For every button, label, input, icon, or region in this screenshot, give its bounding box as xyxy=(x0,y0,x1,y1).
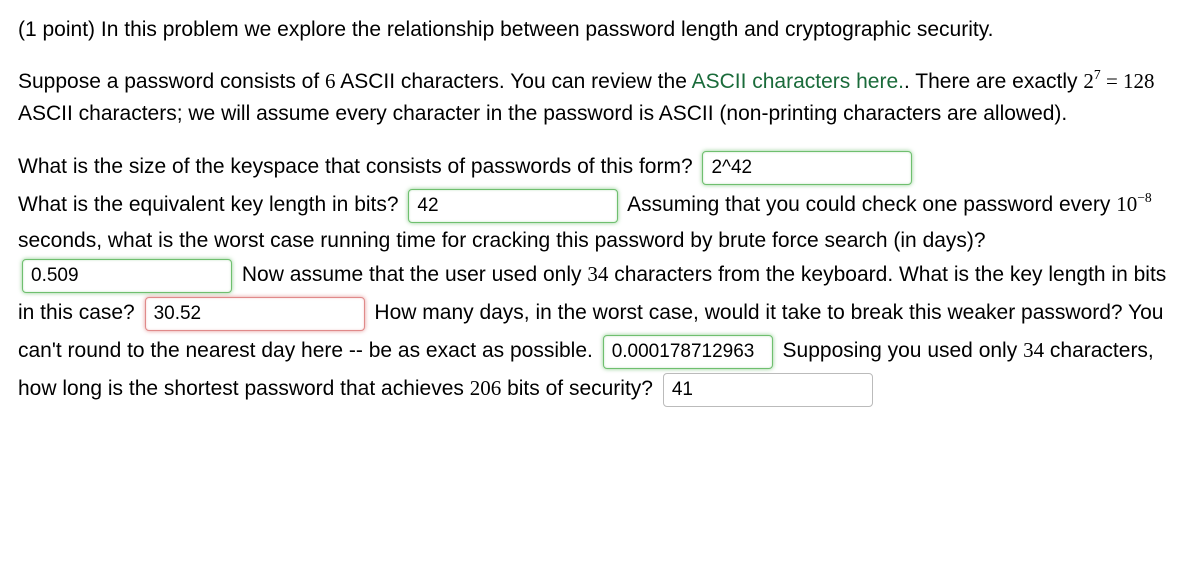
q6-text-c: bits of security? xyxy=(501,377,653,400)
exp-neg8: −8 xyxy=(1137,190,1152,205)
base-10: 10 xyxy=(1116,192,1137,216)
answer-days-weak[interactable] xyxy=(603,335,773,369)
setup-text-d: ASCII characters; we will assume every c… xyxy=(18,102,1067,125)
q3-text-a: Assuming that you could check one passwo… xyxy=(627,193,1116,216)
num-6: 6 xyxy=(325,69,336,93)
answer-days[interactable] xyxy=(22,259,232,293)
intro-text: In this problem we explore the relations… xyxy=(101,18,994,41)
answer-keylength-34[interactable] xyxy=(145,297,365,331)
q6-text-a: Supposing you used only xyxy=(783,339,1024,362)
setup-text-b: ASCII characters. You can review the xyxy=(336,70,692,93)
num-34-a: 34 xyxy=(587,262,608,286)
exp-7: 7 xyxy=(1094,67,1101,82)
q1-text: What is the size of the keyspace that co… xyxy=(18,155,693,178)
problem-container: (1 point) In this problem we explore the… xyxy=(18,14,1182,409)
intro-paragraph: (1 point) In this problem we explore the… xyxy=(18,14,1182,47)
answer-keyspace[interactable] xyxy=(702,151,912,185)
num-206: 206 xyxy=(470,376,502,400)
base-2: 2 xyxy=(1083,69,1094,93)
setup-text-c: . There are exactly xyxy=(904,70,1083,93)
answer-keylength[interactable] xyxy=(408,189,618,223)
q4-text-a: Now assume that the user used only xyxy=(242,263,588,286)
setup-text-a: Suppose a password consists of xyxy=(18,70,325,93)
answer-shortest-password[interactable] xyxy=(663,373,873,407)
questions-flow: What is the size of the keyspace that co… xyxy=(18,149,1182,410)
q3-text-b: seconds, what is the worst case running … xyxy=(18,229,986,252)
equals: = xyxy=(1101,69,1123,93)
q2-text: What is the equivalent key length in bit… xyxy=(18,193,399,216)
ascii-link[interactable]: ASCII characters here. xyxy=(692,70,904,93)
points-label: (1 point) xyxy=(18,18,95,41)
num-128: 128 xyxy=(1123,69,1155,93)
setup-paragraph: Suppose a password consists of 6 ASCII c… xyxy=(18,65,1182,131)
num-34-b: 34 xyxy=(1023,338,1044,362)
